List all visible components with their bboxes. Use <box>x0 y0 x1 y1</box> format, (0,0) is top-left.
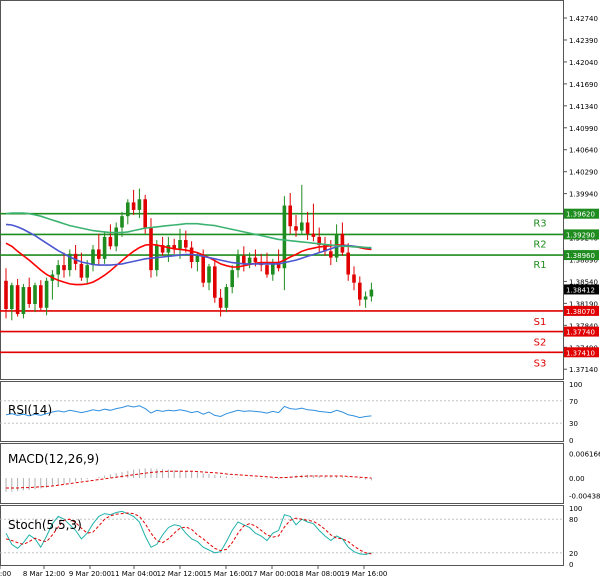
candle-body <box>131 202 136 210</box>
candle-body <box>143 199 147 228</box>
candle-body <box>79 263 84 278</box>
candle-body <box>149 227 153 271</box>
rsi-tick-label: 100 <box>569 381 582 389</box>
rsi-tick-label: 0 <box>569 437 573 445</box>
candle-body <box>184 240 188 248</box>
level-tag-text: 1.39290 <box>566 231 595 239</box>
candle-body <box>288 205 292 227</box>
price-tick-label: 1.42390 <box>569 37 598 45</box>
price-tick-label: 1.41690 <box>569 81 598 89</box>
stoch-label: Stoch(5,5,3) <box>8 518 82 532</box>
level-label-r2: R2 <box>533 239 546 250</box>
candle-body <box>91 249 95 266</box>
candle-body <box>10 285 14 310</box>
main-price-panel[interactable] <box>0 0 564 380</box>
macd-tick-label: -0.004384 <box>569 493 600 501</box>
candle-body <box>218 297 223 308</box>
candle-body <box>201 255 205 283</box>
candle-body <box>21 287 26 315</box>
price-tick-label: 1.40640 <box>569 147 598 155</box>
candle-body <box>62 265 66 271</box>
candle-body <box>369 289 374 297</box>
level-tag-text: 1.38070 <box>566 308 595 316</box>
candle-body <box>4 280 8 310</box>
candle-body <box>44 280 49 308</box>
candle-body <box>39 285 43 308</box>
level-label-s1: S1 <box>534 317 547 328</box>
candle-body <box>56 265 60 275</box>
stoch-tick-label: 20 <box>569 550 578 558</box>
candle-body <box>27 287 31 304</box>
candle-body <box>224 287 229 308</box>
price-tick-label: 1.40290 <box>569 169 598 177</box>
candle-body <box>242 255 246 264</box>
price-tick-label: 1.42740 <box>569 15 598 23</box>
level-tag-text: 1.37740 <box>566 329 595 337</box>
candle-body <box>178 240 182 250</box>
level-tag-text: 1.37410 <box>566 349 595 357</box>
candle-body <box>114 227 118 247</box>
candle-body <box>340 233 345 253</box>
candle-body <box>15 285 20 315</box>
trading-chart-window: R3 R2 R1 S1 S2 S3 1.42740 1.42390 1.42040 1.4169… <box>0 0 600 581</box>
level-label-r3: R3 <box>533 219 546 230</box>
stoch-tick-label: 0 <box>569 561 573 569</box>
candle-body <box>97 249 101 259</box>
candle-body <box>213 266 217 298</box>
macd-tick-label: 0.006166 <box>569 450 600 458</box>
time-tick-label: 15 Mar 16:00 <box>203 570 250 578</box>
candle-body <box>195 255 200 262</box>
time-tick-label: 8 Mar 12:00 <box>23 570 65 578</box>
price-tick-label: 1.39940 <box>569 191 598 199</box>
candle-body <box>305 222 310 234</box>
time-tick-label: 19 Mar 16:00 <box>341 570 388 578</box>
candle-body <box>120 216 124 228</box>
candle-body <box>265 265 269 275</box>
candle-body <box>329 251 333 258</box>
level-tag-text: 1.39620 <box>566 211 595 219</box>
candle-body <box>346 252 350 275</box>
candle-body <box>253 257 258 262</box>
time-tick-label: 18 Mar 08:00 <box>295 570 342 578</box>
level-label-s3: S3 <box>534 358 547 369</box>
candle-body <box>358 282 362 300</box>
level-label-r1: R1 <box>533 260 546 271</box>
candle-body <box>85 265 89 278</box>
rsi-tick-label: 30 <box>569 420 578 428</box>
level-label-s2: S2 <box>534 338 547 349</box>
candle-body <box>108 236 113 247</box>
candle-body <box>311 233 316 237</box>
candle-body <box>102 236 107 259</box>
macd-tick-label: 0.00 <box>569 475 585 483</box>
candle-body <box>352 274 356 283</box>
price-tick-label: 1.41340 <box>569 103 598 111</box>
candle-body <box>363 296 368 300</box>
candle-body <box>247 257 252 264</box>
stoch-tick-label: 80 <box>569 516 578 524</box>
candle-body <box>230 270 234 288</box>
time-tick-label: 9 Mar 20:00 <box>69 570 111 578</box>
price-tick-label: 1.37140 <box>569 366 598 374</box>
candle-body <box>137 199 142 210</box>
time-tick-label: 17 Mar 00:00 <box>249 570 296 578</box>
macd-label: MACD(12,26,9) <box>8 452 99 466</box>
candle-body <box>294 226 298 231</box>
candle-body <box>166 245 171 253</box>
level-tag-text: 1.38960 <box>566 252 595 260</box>
time-tick-label: 8 Mar 04:00 <box>0 570 11 578</box>
candle-body <box>300 222 304 231</box>
time-tick-label: 11 Mar 04:00 <box>111 570 158 578</box>
candle-body <box>33 285 37 304</box>
rsi-tick-label: 70 <box>569 398 578 406</box>
time-tick-label: 12 Mar 12:00 <box>157 570 204 578</box>
current-price-tag-text: 1.38412 <box>566 286 595 294</box>
candle-body <box>207 266 211 283</box>
price-tick-label: 1.42040 <box>569 59 598 67</box>
chart-svg: R3 R2 R1 S1 S2 S3 1.42740 1.42390 1.42040 1.4169… <box>0 0 600 581</box>
price-tick-label: 1.40990 <box>569 125 598 133</box>
stoch-tick-label: 100 <box>569 505 582 513</box>
candle-body <box>126 202 130 217</box>
rsi-label: RSI(14) <box>8 403 52 417</box>
